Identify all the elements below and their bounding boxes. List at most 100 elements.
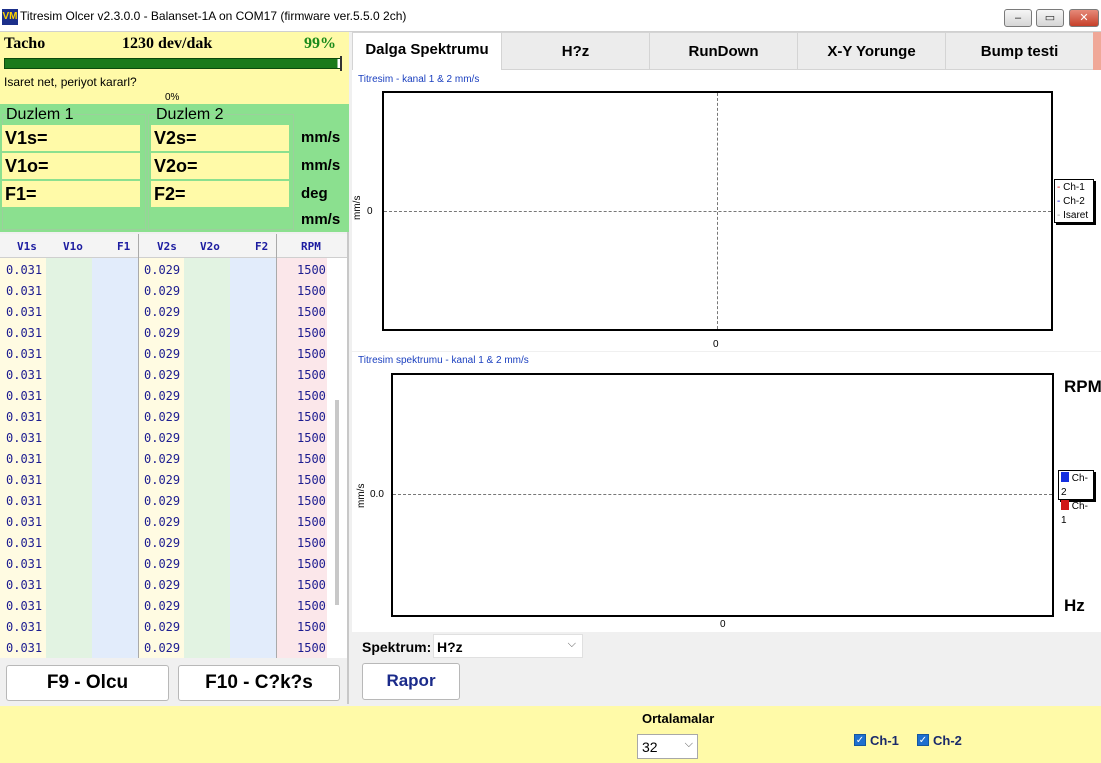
table-cell: 0.031 <box>6 389 43 403</box>
legend-item: - Isaret <box>1057 210 1089 221</box>
y-axis-label: mm/s <box>356 483 367 508</box>
table-cell: 0.029 <box>144 515 181 529</box>
col-header-f1[interactable]: F1 <box>117 240 130 253</box>
measure-button[interactable]: F9 - Olcu <box>6 665 169 701</box>
table-cell: 1500 <box>297 578 326 592</box>
chevron-down-icon: ⌵ <box>567 638 576 650</box>
tab-rundown[interactable]: RunDown <box>649 32 798 70</box>
left-panel-border <box>347 232 349 704</box>
table-cell: 1500 <box>297 389 326 403</box>
tab-bar: Dalga Spektrumu H?z RunDown X-Y Yorunge … <box>352 32 1101 70</box>
table-cell: 0.029 <box>144 536 181 550</box>
table-cell: 1500 <box>297 536 326 550</box>
table-cell: 1500 <box>297 305 326 319</box>
minimize-button[interactable]: – <box>1004 9 1032 27</box>
unit-label: mm/s <box>301 211 341 228</box>
data-table[interactable]: 0.031 0.029 1500 0.031 0.029 1500 0.031 0.029 15… <box>0 258 347 658</box>
col-header-rpm[interactable]: RPM <box>301 240 321 253</box>
ch2-checkbox[interactable]: ✓ <box>917 734 929 746</box>
signal-status: Isaret net, periyot kararl? <box>4 75 137 89</box>
hz-label: Hz <box>1064 596 1085 615</box>
unit-label: deg <box>301 185 328 202</box>
table-cell: 0.031 <box>6 620 43 634</box>
spectrum-select[interactable]: H?z ⌵ <box>433 634 583 658</box>
col-header-f2[interactable]: F2 <box>255 240 268 253</box>
averages-select[interactable]: 32 ⌵ <box>637 734 698 759</box>
waveform-chart: Titresim - kanal 1 & 2 mm/s 0 mm/s 0 - C… <box>352 70 1101 351</box>
tab-wave-spectrum[interactable]: Dalga Spektrumu <box>352 32 502 70</box>
spectrum-label: Spektrum: <box>362 639 432 655</box>
table-cell: 0.029 <box>144 641 181 655</box>
title-bar: VM Titresim Olcer v2.3.0.0 - Balanset-1A… <box>0 0 1101 32</box>
table-cell: 0.029 <box>144 452 181 466</box>
table-cell: 0.031 <box>6 284 43 298</box>
spectrum-legend: Ch-2 Ch-1 <box>1058 470 1094 526</box>
table-cell: 0.031 <box>6 641 43 655</box>
waveform-legend: - Ch-1 - Ch-2 - Isaret <box>1054 179 1094 223</box>
table-cell: 0.029 <box>144 557 181 571</box>
chevron-down-icon: ⌵ <box>684 738 693 750</box>
table-cell: 1500 <box>297 284 326 298</box>
v2o-field: V2o= <box>151 153 289 179</box>
table-cell: 0.029 <box>144 389 181 403</box>
maximize-button[interactable]: ▭ <box>1036 9 1064 27</box>
table-cell: 0.031 <box>6 599 43 613</box>
table-cell: 1500 <box>297 515 326 529</box>
window-title: Titresim Olcer v2.3.0.0 - Balanset-1A on… <box>20 9 407 23</box>
spectrum-plot[interactable] <box>391 373 1054 617</box>
table-cell: 0.031 <box>6 578 43 592</box>
table-cell: 0.031 <box>6 473 43 487</box>
col-header-v1s[interactable]: V1s <box>17 240 37 253</box>
tacho-panel: Tacho 1230 dev/dak 99% Isaret net, periy… <box>0 32 349 104</box>
table-cell: 1500 <box>297 410 326 424</box>
waveform-plot[interactable] <box>382 91 1053 331</box>
ch1-checkbox[interactable]: ✓ <box>854 734 866 746</box>
bottom-bar: Ortalamalar 32 ⌵ ✓ Ch-1 ✓ Ch-2 <box>0 706 1101 763</box>
col-divider <box>276 234 277 258</box>
close-button[interactable]: ✕ <box>1069 9 1099 27</box>
y-axis-label: mm/s <box>352 195 363 220</box>
table-cell: 1500 <box>297 494 326 508</box>
plane-panel: Duzlem 1 Duzlem 2 V1s= V1o= F1= V2s= V2o… <box>0 104 349 232</box>
table-cell: 0.029 <box>144 620 181 634</box>
rpm-label: RPM <box>1064 377 1101 396</box>
exit-button[interactable]: F10 - C?k?s <box>178 665 340 701</box>
table-header: V1s V1o F1 V2s V2o F2 RPM <box>0 234 349 258</box>
col-header-v1o[interactable]: V1o <box>63 240 83 253</box>
unit-label: mm/s <box>301 129 341 146</box>
tab-xy-orbit[interactable]: X-Y Yorunge <box>797 32 946 70</box>
unit-label: mm/s <box>301 157 341 174</box>
table-cell: 1500 <box>297 347 326 361</box>
col-header-v2s[interactable]: V2s <box>157 240 177 253</box>
plane1-heading: Duzlem 1 <box>6 106 74 123</box>
table-cell: 1500 <box>297 263 326 277</box>
table-cell: 0.031 <box>6 431 43 445</box>
table-cell: 0.031 <box>6 536 43 550</box>
tacho-label: Tacho <box>4 35 46 52</box>
averages-label: Ortalamalar <box>642 711 715 726</box>
x-tick: 0 <box>713 339 719 350</box>
legend-item: Ch-1 <box>1061 500 1088 526</box>
y-tick: 0.0 <box>370 489 384 500</box>
tab-bump-test[interactable]: Bump testi <box>945 32 1094 70</box>
table-cell: 0.029 <box>144 347 181 361</box>
table-cell: 0.029 <box>144 305 181 319</box>
report-button[interactable]: Rapor <box>362 663 460 700</box>
f1-field: F1= <box>2 181 140 207</box>
col-header-v2o[interactable]: V2o <box>200 240 220 253</box>
col-v2o <box>184 258 230 658</box>
x-tick: 0 <box>720 619 726 630</box>
tacho-rpm: 1230 dev/dak <box>122 35 213 52</box>
table-cell: 0.029 <box>144 263 181 277</box>
table-cell: 1500 <box>297 557 326 571</box>
ch1-label: Ch-1 <box>870 733 899 748</box>
y-tick: 0 <box>367 206 373 217</box>
table-scrollbar[interactable] <box>335 400 339 605</box>
col-v1o <box>46 258 92 658</box>
table-cell: 0.031 <box>6 515 43 529</box>
center-line <box>717 93 718 329</box>
legend-item: - Ch-1 <box>1057 182 1085 193</box>
progress-marker <box>340 56 342 71</box>
tab-speed[interactable]: H?z <box>501 32 650 70</box>
table-cell: 0.031 <box>6 557 43 571</box>
